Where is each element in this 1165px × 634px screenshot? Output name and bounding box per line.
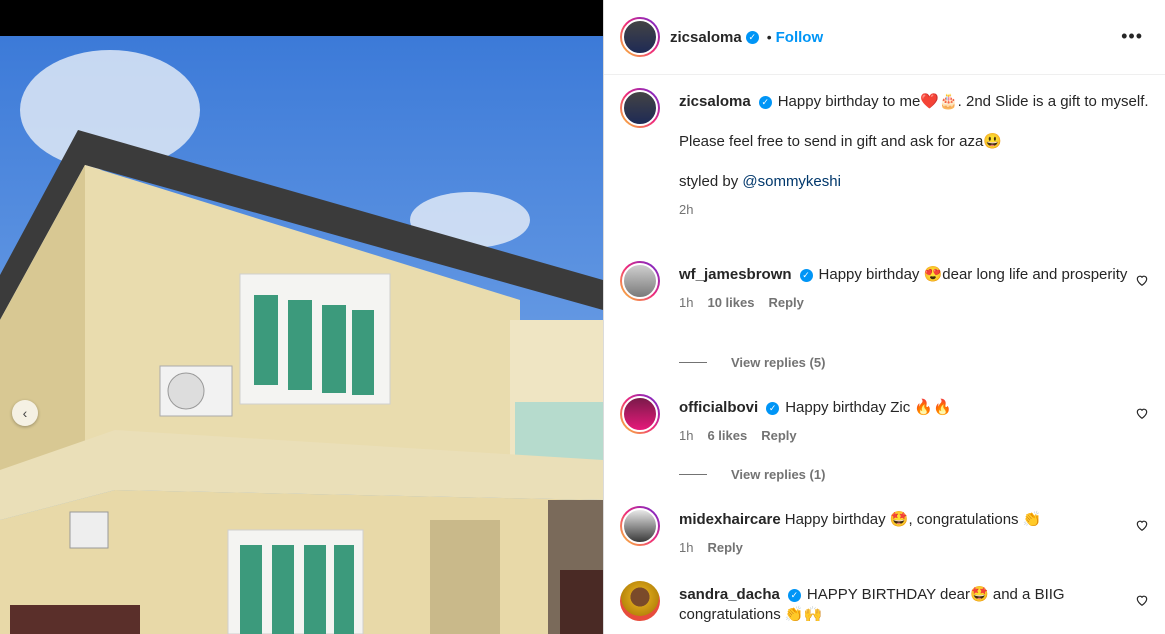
view-replies-button[interactable]: View replies (1) xyxy=(679,467,825,482)
comment-timestamp: 1h xyxy=(679,540,694,555)
heart-icon[interactable] xyxy=(1135,273,1149,287)
house-image xyxy=(0,0,603,634)
comment-text: Happy birthday 🤩, congratulations 👏 xyxy=(784,511,1042,528)
verified-badge-icon: ✓ xyxy=(758,95,772,109)
caption-text-line2: Please feel free to send in gift and ask… xyxy=(679,133,1003,150)
verified-badge-icon: ✓ xyxy=(799,268,813,282)
caption-styled-by: styled by @sommykeshi xyxy=(679,172,1149,192)
commenter-username[interactable]: midexhaircare xyxy=(679,511,781,528)
commenter-avatar[interactable] xyxy=(620,581,660,621)
chevron-left-icon: ‹ xyxy=(22,405,28,421)
commenter-avatar[interactable] xyxy=(620,261,660,301)
replies-divider xyxy=(679,474,707,475)
caption-author-username[interactable]: zicsaloma xyxy=(679,93,751,110)
post-header: zicsaloma ✓ • Follow ••• xyxy=(604,0,1165,75)
commenter-avatar[interactable] xyxy=(620,394,660,434)
more-options-icon[interactable]: ••• xyxy=(1121,26,1143,47)
author-username[interactable]: zicsaloma xyxy=(670,29,742,46)
heart-icon[interactable] xyxy=(1135,406,1149,420)
reply-button[interactable]: Reply xyxy=(761,428,796,443)
commenter-username[interactable]: officialbovi xyxy=(679,399,758,416)
view-replies-label: View replies (5) xyxy=(731,355,826,370)
replies-divider xyxy=(679,362,707,363)
verified-badge-icon: ✓ xyxy=(766,401,780,415)
author-avatar[interactable] xyxy=(620,17,660,57)
verified-badge-icon: ✓ xyxy=(787,588,801,602)
post-sidebar: zicsaloma ✓ • Follow ••• zicsaloma ✓ Happy… xyxy=(603,0,1165,634)
caption-author-avatar[interactable] xyxy=(620,88,660,128)
commenter-username[interactable]: sandra_dacha xyxy=(679,586,780,603)
comment-likes[interactable]: 10 likes xyxy=(707,295,754,310)
commenter-avatar[interactable] xyxy=(620,506,660,546)
comment-item: officialbovi ✓ Happy birthday Zic 🔥🔥 1h 6 l… xyxy=(620,394,1149,446)
heart-icon[interactable] xyxy=(1135,593,1149,607)
verified-badge-icon: ✓ xyxy=(745,30,759,44)
caption-mention-link[interactable]: @sommykeshi xyxy=(742,173,841,190)
follow-button[interactable]: Follow xyxy=(776,29,824,46)
reply-button[interactable]: Reply xyxy=(707,540,742,555)
reply-button[interactable]: Reply xyxy=(768,295,803,310)
comment-text: Happy birthday Zic 🔥🔥 xyxy=(785,399,952,416)
view-replies-label: View replies (1) xyxy=(731,467,826,482)
caption-text-line1: Happy birthday to me❤️🎂. 2nd Slide is a … xyxy=(777,93,1149,110)
comment-item: midexhaircare Happy birthday 🤩, congratul… xyxy=(620,506,1149,558)
comment-item: sandra_dacha ✓ HAPPY BIRTHDAY dear🤩 and a … xyxy=(620,581,1149,625)
commenter-username[interactable]: wf_jamesbrown xyxy=(679,266,792,283)
separator-dot: • xyxy=(766,29,772,45)
previous-slide-button[interactable]: ‹ xyxy=(12,400,38,426)
post-caption: zicsaloma ✓ Happy birthday to me❤️🎂. 2nd S… xyxy=(620,88,1149,220)
comment-item: wf_jamesbrown ✓ Happy birthday 😍dear long … xyxy=(620,261,1149,313)
post-photo[interactable]: ‹ xyxy=(0,0,603,634)
view-replies-button[interactable]: View replies (5) xyxy=(679,355,825,370)
caption-styled-prefix: styled by xyxy=(679,173,743,190)
caption-timestamp: 2h xyxy=(679,202,694,217)
comment-timestamp: 1h xyxy=(679,428,694,443)
comment-likes[interactable]: 6 likes xyxy=(707,428,747,443)
comment-text: Happy birthday 😍dear long life and prosp… xyxy=(818,266,1128,283)
heart-icon[interactable] xyxy=(1135,518,1149,532)
comment-timestamp: 1h xyxy=(679,295,694,310)
